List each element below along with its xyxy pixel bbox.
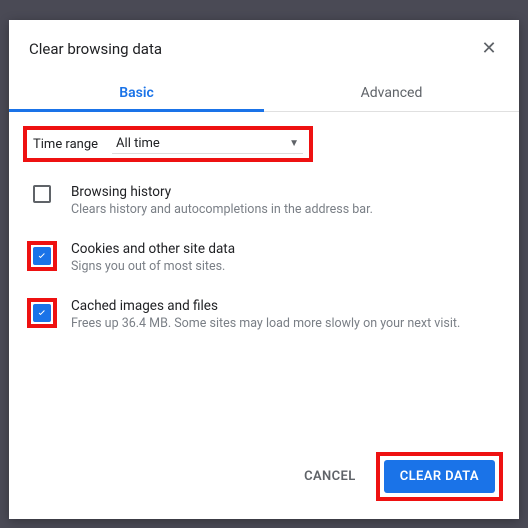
checkbox-wrap — [27, 298, 57, 328]
dialog-footer: CANCEL CLEAR DATA — [9, 438, 519, 519]
tab-advanced[interactable]: Advanced — [264, 73, 519, 111]
dialog-title: Clear browsing data — [29, 40, 162, 58]
tab-basic[interactable]: Basic — [9, 73, 264, 111]
checkbox-wrap — [27, 184, 57, 203]
cancel-button[interactable]: CANCEL — [292, 461, 368, 492]
close-icon[interactable]: ✕ — [479, 38, 499, 59]
dialog-content: Time range All time ▼ Browsing history C… — [9, 112, 519, 438]
tabs: Basic Advanced — [9, 73, 519, 112]
time-range-row: Time range All time ▼ — [23, 126, 313, 162]
option-desc: Signs you out of most sites. — [71, 259, 505, 276]
option-cache: Cached images and files Frees up 36.4 MB… — [23, 298, 505, 333]
clear-data-button[interactable]: CLEAR DATA — [384, 460, 495, 493]
checkbox-cookies[interactable] — [33, 247, 51, 265]
option-title: Cached images and files — [71, 298, 505, 314]
option-desc: Clears history and autocompletions in th… — [71, 202, 505, 219]
option-title: Browsing history — [71, 184, 505, 200]
checkbox-cache[interactable] — [33, 304, 51, 322]
option-title: Cookies and other site data — [71, 241, 505, 257]
option-text: Browsing history Clears history and auto… — [71, 184, 505, 219]
option-cookies: Cookies and other site data Signs you ou… — [23, 241, 505, 276]
clear-button-highlight: CLEAR DATA — [376, 452, 503, 501]
checkbox-wrap — [27, 241, 57, 271]
options-list: Browsing history Clears history and auto… — [23, 184, 505, 333]
dialog-header: Clear browsing data ✕ — [9, 20, 519, 67]
time-range-value: All time — [116, 136, 160, 151]
option-desc: Frees up 36.4 MB. Some sites may load mo… — [71, 316, 505, 333]
chevron-down-icon: ▼ — [289, 138, 299, 149]
time-range-select[interactable]: All time ▼ — [112, 134, 303, 154]
clear-browsing-data-dialog: Clear browsing data ✕ Basic Advanced Tim… — [9, 20, 519, 519]
time-range-label: Time range — [33, 137, 98, 152]
option-text: Cached images and files Frees up 36.4 MB… — [71, 298, 505, 333]
option-text: Cookies and other site data Signs you ou… — [71, 241, 505, 276]
option-browsing-history: Browsing history Clears history and auto… — [23, 184, 505, 219]
checkbox-browsing-history[interactable] — [33, 185, 51, 203]
